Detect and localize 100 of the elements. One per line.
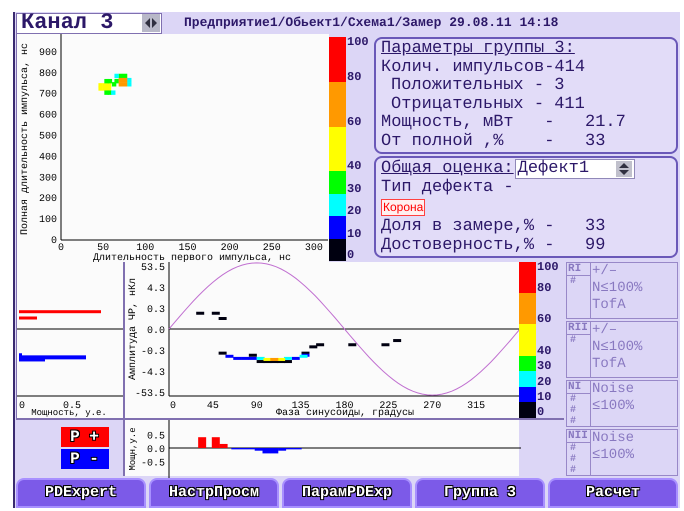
filter-mark: # (569, 454, 578, 465)
y-tick-label: 0.5 (146, 432, 165, 442)
filter-mark: # (569, 335, 578, 346)
filter-text: N≤100% (592, 280, 642, 297)
filter-mark: # (569, 276, 578, 287)
scale-label: 40 (537, 346, 552, 357)
filter-tag: RI (567, 263, 590, 276)
y-tick-label: 900 (38, 48, 57, 59)
filter-text: +/– (592, 322, 618, 339)
scale-label: 60 (537, 314, 552, 326)
parameter-line: От полной ,% - 33 (381, 132, 606, 151)
parameter-line: Мощность, мВт - 21.7 (381, 114, 627, 132)
left-right-arrows-icon[interactable] (142, 14, 160, 32)
scale-label: 100 (537, 262, 559, 273)
defect-tag: Корона (381, 198, 426, 216)
pulse-density-drawing (98, 74, 132, 95)
y-tick-label: -4.3 (140, 368, 165, 379)
measurement-path: Предприятие1/Обьект1/Схема1/Замер 29.08.11 14:18 (184, 14, 558, 32)
filter-text: ≤100% (592, 447, 634, 464)
scale-label: 80 (537, 283, 552, 294)
toolbar-button[interactable]: PDExpert (16, 478, 146, 508)
x-tick-label: 50 (97, 243, 110, 254)
y-axis-title: Амплитуда ЧР, нКл (128, 278, 139, 380)
x-axis-title: Фаза синусоиды, градусы (276, 408, 414, 418)
defect-type-label: Тип дефекта - (381, 179, 515, 198)
filter-text: TofA (592, 297, 627, 314)
y-tick-label: 100 (38, 215, 57, 226)
assessment-label: Общая оценка: (381, 160, 514, 178)
x-tick-label: 45 (206, 401, 219, 412)
scale-label: 0 (347, 250, 354, 261)
scale-label: 80 (347, 72, 362, 83)
y-axis-title: Мощн,у.е (128, 427, 138, 471)
x-axis-title: Мощность, у.е. (31, 408, 107, 418)
filter-mark: # (569, 405, 578, 416)
y-tick-label: 0.3 (146, 305, 165, 316)
scale-label: 0 (537, 407, 544, 418)
y-tick-label: 600 (38, 110, 57, 122)
scale-label: 100 (347, 37, 369, 48)
defect-select[interactable]: Дефект1 (514, 159, 635, 179)
assessment-line: Достоверность,% - 99 (381, 236, 606, 255)
channel-selector[interactable]: Канал 3 (16, 12, 162, 34)
y-tick-label: 53.5 (140, 263, 165, 274)
x-tick-label: 0 (19, 401, 25, 412)
scale-label: 10 (537, 392, 552, 404)
x-axis-title: Длительность первого импульса, нс (92, 253, 292, 262)
legend-swatch: P + (60, 427, 108, 447)
scale-label: 30 (537, 361, 552, 372)
y-tick-label: 0.0 (146, 445, 165, 456)
toolbar-button[interactable]: НастрПросм (149, 478, 279, 508)
toolbar-button[interactable]: ПарамPDExp (282, 478, 412, 508)
parameter-line: Отрицательных - 411 (390, 96, 586, 114)
legend-swatch: P - (60, 449, 108, 469)
filter-text: Noise (592, 381, 634, 398)
filter-tag: NII (567, 430, 590, 443)
y-tick-label: -53.5 (134, 389, 165, 400)
x-tick-label: 250 (262, 243, 281, 254)
y-tick-label: 800 (38, 68, 57, 80)
x-tick-label: 90 (250, 401, 263, 412)
y-tick-label: -0.5 (140, 458, 165, 470)
y-axis-title: Полная длительность импульса, нс (20, 42, 31, 236)
x-tick-label: 200 (220, 243, 239, 254)
scale-label: 60 (347, 116, 362, 128)
filter-text: Noise (592, 430, 634, 447)
scale-label: 20 (537, 376, 552, 388)
y-tick-label: 4.3 (146, 284, 165, 295)
up-down-arrows-icon (616, 161, 632, 177)
scale-label: 10 (347, 228, 362, 240)
scale-label: 40 (347, 161, 362, 172)
filter-tag: NI (567, 381, 590, 394)
y-tick-label: 0.0 (146, 326, 165, 337)
y-tick-label: 700 (38, 90, 57, 101)
x-tick-label: 270 (423, 401, 442, 412)
panel-title: Параметры группы 3: (381, 40, 576, 58)
x-tick-label: 0 (170, 401, 176, 412)
filter-tag: RII (567, 322, 590, 335)
x-tick-label: 315 (467, 401, 486, 412)
filter-mark: # (569, 394, 578, 405)
filter-text: N≤100% (592, 339, 642, 356)
parameter-line: Колич. импульсов-414 (381, 58, 586, 77)
y-tick-label: 200 (38, 194, 57, 206)
toolbar-button[interactable]: Группа 3 (415, 478, 545, 508)
filter-text: +/– (592, 263, 618, 280)
parameter-line: Положительных - 3 (390, 77, 566, 96)
x-tick-label: 100 (136, 243, 154, 254)
y-tick-label: 500 (38, 132, 57, 142)
y-tick-label: 400 (38, 152, 57, 164)
scale-label: 20 (347, 206, 362, 218)
filter-text: TofA (592, 356, 627, 373)
y-tick-label: -0.3 (140, 347, 165, 358)
filter-text: ≤100% (592, 398, 634, 415)
filter-mark: # (569, 465, 578, 476)
y-tick-label: 300 (38, 173, 57, 184)
filter-mark: # (569, 443, 578, 454)
assessment-line: Доля в замере,% - 33 (381, 218, 606, 236)
toolbar-button[interactable]: Расчет (548, 478, 678, 508)
x-tick-label: 300 (304, 243, 323, 254)
x-tick-label: 150 (178, 243, 196, 254)
scale-label: 30 (347, 184, 362, 195)
x-tick-label: 0 (58, 243, 64, 254)
y-tick-label: 0 (50, 236, 57, 247)
